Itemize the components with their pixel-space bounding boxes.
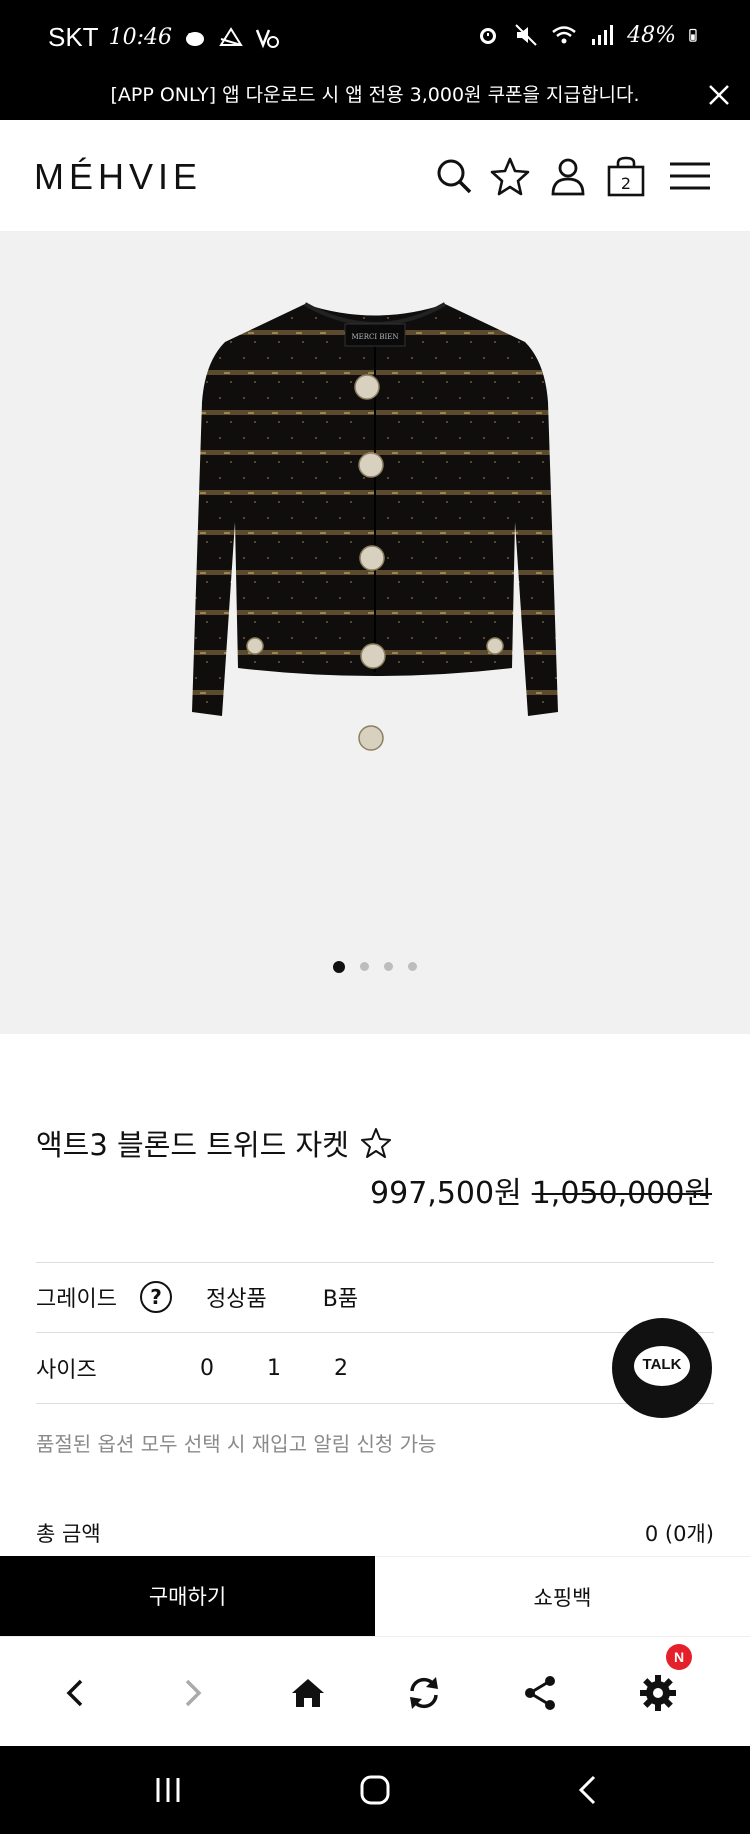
pagination-dot[interactable] xyxy=(408,962,417,971)
star-icon[interactable] xyxy=(359,1126,393,1160)
grade-option-row: 그레이드 ? 정상품 B품 xyxy=(36,1262,714,1332)
grade-option-normal[interactable]: 정상품 xyxy=(206,1281,267,1313)
size-option-2[interactable]: 2 xyxy=(334,1356,401,1381)
system-back-icon[interactable] xyxy=(570,1772,606,1808)
product-gallery[interactable]: MERCI BIEN xyxy=(0,232,750,1034)
sale-price: 997,500원 xyxy=(370,1176,522,1211)
signal-icon xyxy=(592,25,614,45)
brand-logo[interactable]: MÉHVIE xyxy=(34,156,202,198)
promo-banner: [APP ONLY] 앱 다운로드 시 앱 전용 3,000원 쿠폰을 지급합니… xyxy=(0,78,750,120)
battery-icon xyxy=(689,28,697,42)
close-icon[interactable] xyxy=(704,80,734,110)
star-icon[interactable] xyxy=(488,154,532,198)
size-label: 사이즈 xyxy=(36,1358,97,1383)
garment-label: MERCI BIEN xyxy=(351,333,398,341)
help-icon[interactable]: ? xyxy=(140,1281,172,1313)
total-row: 총 금액 0 (0개) xyxy=(36,1518,714,1548)
recent-apps-icon[interactable] xyxy=(150,1772,186,1808)
forward-icon[interactable] xyxy=(172,1673,212,1713)
battery-saver-icon xyxy=(219,26,243,46)
grade-option-b[interactable]: B품 xyxy=(323,1281,358,1313)
status-bar: SKT 10:46 48% xyxy=(0,0,750,78)
notification-badge: N xyxy=(666,1644,692,1670)
battery-percent: 48% xyxy=(627,22,676,48)
pagination-dot[interactable] xyxy=(384,962,393,971)
price-row: 997,500원 1,050,000원 xyxy=(370,1168,712,1212)
home-button-icon[interactable] xyxy=(357,1772,393,1808)
system-nav-bar xyxy=(0,1746,750,1834)
share-icon[interactable] xyxy=(520,1673,560,1713)
talk-chat-button[interactable]: TALK xyxy=(612,1318,712,1418)
buy-button[interactable]: 구매하기 xyxy=(0,1556,375,1636)
wifi-icon xyxy=(552,26,576,44)
search-icon[interactable] xyxy=(432,154,476,198)
total-value: 0 (0개) xyxy=(644,1522,714,1546)
pagination-dot[interactable] xyxy=(360,962,369,971)
product-title: 액트3 블론드 트위드 자켓 xyxy=(36,1128,349,1162)
total-label: 총 금액 xyxy=(36,1522,101,1546)
cart-count: 2 xyxy=(621,174,631,193)
gallery-pagination xyxy=(0,961,750,973)
site-header: MÉHVIE 2 xyxy=(0,120,750,232)
refresh-icon[interactable] xyxy=(404,1673,444,1713)
product-title-row: 액트3 블론드 트위드 자켓 xyxy=(36,1122,393,1164)
shopping-bag-icon[interactable]: 2 xyxy=(604,154,648,198)
restock-notice: 품절된 옵션 모두 선택 시 재입고 알림 신청 가능 xyxy=(36,1432,437,1456)
back-icon[interactable] xyxy=(56,1673,96,1713)
menu-icon[interactable] xyxy=(666,154,714,198)
clock: 10:46 xyxy=(108,25,172,50)
divider xyxy=(36,1403,714,1404)
v2-icon xyxy=(255,29,279,48)
product-image: MERCI BIEN xyxy=(192,302,558,751)
alarm-icon xyxy=(480,28,497,44)
talk-label: TALK xyxy=(642,1356,682,1373)
pagination-dot[interactable] xyxy=(333,961,345,973)
settings-gear-icon[interactable] xyxy=(638,1673,678,1713)
original-price: 1,050,000원 xyxy=(531,1176,712,1211)
mute-icon xyxy=(515,24,537,46)
browser-toolbar xyxy=(0,1636,750,1746)
promo-text: [APP ONLY] 앱 다운로드 시 앱 전용 3,000원 쿠폰을 지급합니… xyxy=(110,84,640,106)
piggy-bank-icon xyxy=(185,31,204,46)
home-icon[interactable] xyxy=(288,1673,328,1713)
add-to-bag-button[interactable]: 쇼핑백 xyxy=(375,1556,750,1636)
carrier-label: SKT xyxy=(48,22,99,52)
user-icon[interactable] xyxy=(546,154,590,198)
size-option-0[interactable]: 0 xyxy=(200,1356,267,1381)
grade-label: 그레이드 xyxy=(36,1287,117,1312)
size-option-1[interactable]: 1 xyxy=(267,1356,334,1381)
